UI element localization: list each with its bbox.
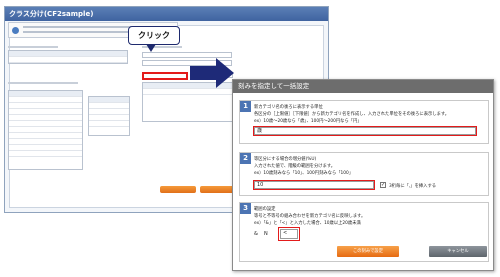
table-row[interactable] — [143, 89, 233, 95]
range-example: ex）「&」と「<」と入力した場合、10歳以上20歳未満 — [254, 221, 361, 226]
table-row[interactable] — [9, 57, 127, 63]
step-3-badge: 3 — [240, 203, 251, 214]
upper-bound-select-highlight — [278, 227, 300, 241]
thousands-separator-checkbox[interactable]: ✓ — [380, 182, 386, 188]
range-heading: 範囲の設定 — [254, 207, 276, 212]
arrow-right-icon — [190, 66, 218, 80]
bulk-interval-dialog: 刻みを指定して一括設定 1 新カテゴリ名の後ろに表示する単位 各区分の［上限値］… — [232, 79, 494, 271]
info-icon — [12, 27, 19, 34]
save-button[interactable] — [200, 186, 236, 193]
dialog-title: 刻みを指定して一括設定 — [233, 80, 493, 93]
increment-description: 入力された値で、階級の範囲を分けます。 — [254, 164, 336, 169]
frequency-table — [8, 90, 83, 170]
unit-section: 1 新カテゴリ名の後ろに表示する単位 各区分の［上限値］［下限値］から新カテゴリ… — [239, 100, 489, 144]
increment-section: 2 等区分にする場合の増分値(%U) 入力された値で、階級の範囲を分けます。 e… — [239, 152, 489, 196]
info-text-line — [23, 31, 133, 33]
section-heading-line — [8, 82, 78, 84]
step-1-badge: 1 — [240, 101, 251, 112]
window-title: クラス分け(CF2sample) — [5, 7, 328, 21]
cancel-button[interactable]: キャンセル — [429, 246, 487, 257]
lower-bound-label: & — [254, 231, 258, 237]
table-row[interactable] — [9, 151, 82, 157]
unit-example: ex）10歳〜20歳なら「歳」、100円〜200円なら「円」 — [254, 119, 362, 124]
step-2-badge: 2 — [240, 153, 251, 164]
run-button[interactable] — [160, 186, 196, 193]
bulk-setting-button-highlight[interactable] — [142, 72, 188, 80]
summary-table — [88, 96, 130, 136]
callout-tail — [146, 44, 156, 52]
apply-interval-button[interactable]: この刻みで設定 — [337, 246, 399, 257]
table-row[interactable] — [89, 121, 129, 127]
click-callout: クリック — [128, 26, 180, 45]
unit-heading: 新カテゴリ名の後ろに表示する単位 — [254, 105, 323, 110]
increment-input-highlight — [253, 180, 375, 190]
variable-table — [8, 50, 128, 64]
increment-example: ex）10歳刻みなら「10」、100円刻みなら「100」 — [254, 171, 354, 176]
unit-description: 各区分の［上限値］［下限値］から新カテゴリ名を作成し、入力された単位をその後ろに… — [254, 112, 450, 117]
range-description: 等号と不等号の組み合わせを新カテゴリ名に反映します。 — [254, 214, 366, 219]
section-heading-line — [8, 46, 58, 48]
n-label: N — [264, 231, 268, 237]
unit-input-highlight — [253, 126, 477, 136]
category-list — [142, 82, 234, 122]
increment-heading: 等区分にする場合の増分値(%U) — [254, 157, 317, 162]
thousands-separator-label: 3桁毎に「,」を挿入する — [389, 184, 437, 189]
